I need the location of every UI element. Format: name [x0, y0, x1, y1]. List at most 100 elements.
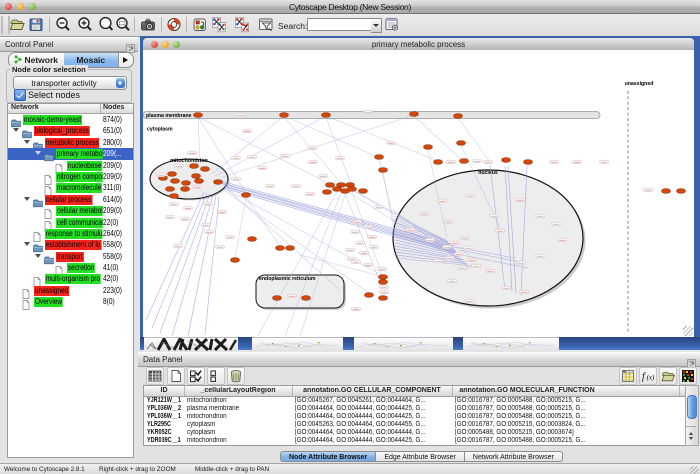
unselect-all-icon[interactable]	[207, 367, 225, 385]
tree-row[interactable]: cellular metabol209(0)	[8, 205, 133, 216]
tree-row[interactable]: Overview8(0)	[8, 296, 133, 307]
tree-row[interactable]: cell communicati22(0)	[8, 217, 133, 228]
column-header[interactable]: _cellularLayoutRegion	[184, 387, 292, 394]
column-header[interactable]: annotation.GO MOLECULAR_FUNCTION	[452, 387, 602, 394]
tree-row[interactable]: mosaic-demo-yeast874(0)	[8, 114, 133, 125]
graph-node[interactable]	[170, 194, 179, 199]
snapshot-icon[interactable]	[140, 16, 156, 33]
node-color-combobox[interactable]: transporter activity	[13, 76, 127, 90]
graph-node[interactable]	[460, 159, 469, 164]
tree-row[interactable]: primary metabolic209(...	[8, 148, 133, 159]
graph-node[interactable]	[214, 180, 223, 185]
network-canvas[interactable]: plasma membranecytoplasmmitochondrionnuc…	[143, 50, 694, 337]
search-options-icon[interactable]	[384, 16, 400, 33]
graph-node[interactable]	[375, 155, 384, 160]
background-window-fragment[interactable]	[252, 337, 343, 351]
column-header[interactable]: annotation.GO CELLULAR_COMPONENT	[292, 387, 452, 394]
graph-node[interactable]	[379, 296, 388, 301]
expander-icon[interactable]	[13, 128, 19, 135]
zoom-selected-icon[interactable]	[115, 16, 131, 33]
delete-attribute-icon[interactable]	[227, 367, 245, 385]
zoom-fit-icon[interactable]	[98, 16, 114, 33]
graph-node[interactable]	[424, 145, 433, 150]
expander-icon[interactable]	[35, 151, 41, 158]
graph-node[interactable]	[171, 179, 180, 184]
graph-node[interactable]	[286, 246, 295, 251]
expander-icon[interactable]	[35, 254, 41, 261]
table-row[interactable]: YDR039C__1mitochondrion[GO:0044464, GO:0…	[144, 437, 685, 445]
tree-row[interactable]: response to stimulu264(0)	[8, 228, 133, 239]
tree-row[interactable]: unassigned223(0)	[8, 285, 133, 296]
graph-node[interactable]	[231, 258, 240, 263]
duplicate-network-icon[interactable]	[211, 16, 227, 33]
graph-node[interactable]	[168, 172, 177, 177]
graph-node[interactable]	[192, 174, 201, 179]
graph-node[interactable]	[182, 181, 191, 186]
help-icon[interactable]	[166, 16, 182, 33]
graph-node[interactable]	[302, 296, 311, 301]
scrollbar-thumb[interactable]	[687, 395, 697, 419]
table-row[interactable]: YKR052Ccytoplasm[GO:0044464, GO:0044446,…	[144, 429, 685, 437]
app-resize-grip[interactable]	[690, 466, 698, 474]
graph-node[interactable]	[379, 280, 388, 285]
table-row[interactable]: YPL036W__1mitochondrion[GO:0044464, GO:0…	[144, 413, 685, 421]
tree-row[interactable]: nucleobase-cont209(0)	[8, 160, 133, 171]
tree-row[interactable]: metabolic process280(0)	[8, 137, 133, 148]
graph-node[interactable]	[276, 246, 285, 251]
annotation-icon[interactable]	[258, 16, 274, 33]
window-titlebar[interactable]: Cytoscape Desktop (New Session)	[0, 0, 700, 14]
tab-network-attribute-browser[interactable]: Network Attribute Browser	[465, 451, 563, 462]
tab-edge-attribute-browser[interactable]: Edge Attribute Browser	[376, 451, 465, 462]
tree-column-nodes[interactable]: Nodes	[103, 104, 124, 111]
create-attribute-icon[interactable]	[167, 367, 185, 385]
tab-node-attribute-browser[interactable]: Node Attribute Browser	[280, 451, 376, 462]
graph-node[interactable]	[201, 167, 210, 172]
tree-row[interactable]: cellular process614(0)	[8, 194, 133, 205]
graph-node[interactable]	[379, 168, 388, 173]
zoom-out-icon[interactable]	[55, 16, 71, 33]
graph-node[interactable]	[410, 112, 419, 117]
graph-node[interactable]	[166, 187, 175, 192]
graph-node[interactable]	[502, 158, 511, 163]
zoom-in-icon[interactable]	[77, 16, 93, 33]
float-data-panel-icon[interactable]	[687, 355, 696, 364]
float-panel-icon[interactable]	[126, 40, 135, 49]
graph-node[interactable]	[190, 164, 199, 169]
tree-row[interactable]: multi-organism pro42(0)	[8, 273, 133, 284]
tree-row[interactable]: biological_process651(0)	[8, 125, 133, 136]
save-session-icon[interactable]	[28, 16, 44, 33]
graph-node[interactable]	[379, 275, 388, 280]
select-all-icon[interactable]	[187, 367, 205, 385]
background-window-fragment[interactable]	[144, 337, 238, 351]
graph-node[interactable]	[359, 189, 368, 194]
expander-icon[interactable]	[24, 242, 30, 249]
graph-node[interactable]	[434, 160, 443, 165]
graph-node[interactable]	[457, 141, 466, 146]
column-header[interactable]: ID	[144, 387, 184, 394]
table-row[interactable]: YLR295Ccytoplasm[GO:0045263, GO:0044464,…	[144, 421, 685, 429]
background-window-fragment[interactable]	[354, 337, 453, 351]
tree-row[interactable]: secretion41(0)	[8, 262, 133, 273]
background-window-fragment[interactable]	[463, 337, 559, 351]
graph-node[interactable]	[242, 193, 251, 198]
table-row[interactable]: YJR121W__1mitochondrion[GO:0045267, GO:0…	[144, 397, 685, 405]
graph-node[interactable]	[454, 114, 463, 119]
import-attributes-icon[interactable]	[659, 367, 677, 385]
table-scrollbar[interactable]	[685, 385, 699, 446]
select-nodes-checkbox[interactable]	[14, 89, 26, 101]
graph-node[interactable]	[348, 187, 357, 192]
graph-node[interactable]	[280, 113, 289, 118]
heatmap-icon[interactable]	[679, 367, 697, 385]
open-session-icon[interactable]	[9, 16, 25, 33]
window-resize-grip[interactable]	[683, 326, 693, 336]
duplicate-view-icon[interactable]	[234, 16, 250, 33]
tree-row[interactable]: macromolecule311(0)	[8, 182, 133, 193]
search-dropdown-arrow[interactable]	[371, 18, 382, 33]
attribute-editor-icon[interactable]	[619, 367, 637, 385]
tree-column-network[interactable]: Network	[11, 104, 39, 111]
graph-node[interactable]	[194, 113, 203, 118]
graph-node[interactable]	[333, 187, 342, 192]
graph-node[interactable]	[323, 190, 332, 195]
tree-row[interactable]: nitrogen compou209(0)	[8, 171, 133, 182]
graph-node[interactable]	[248, 237, 257, 242]
